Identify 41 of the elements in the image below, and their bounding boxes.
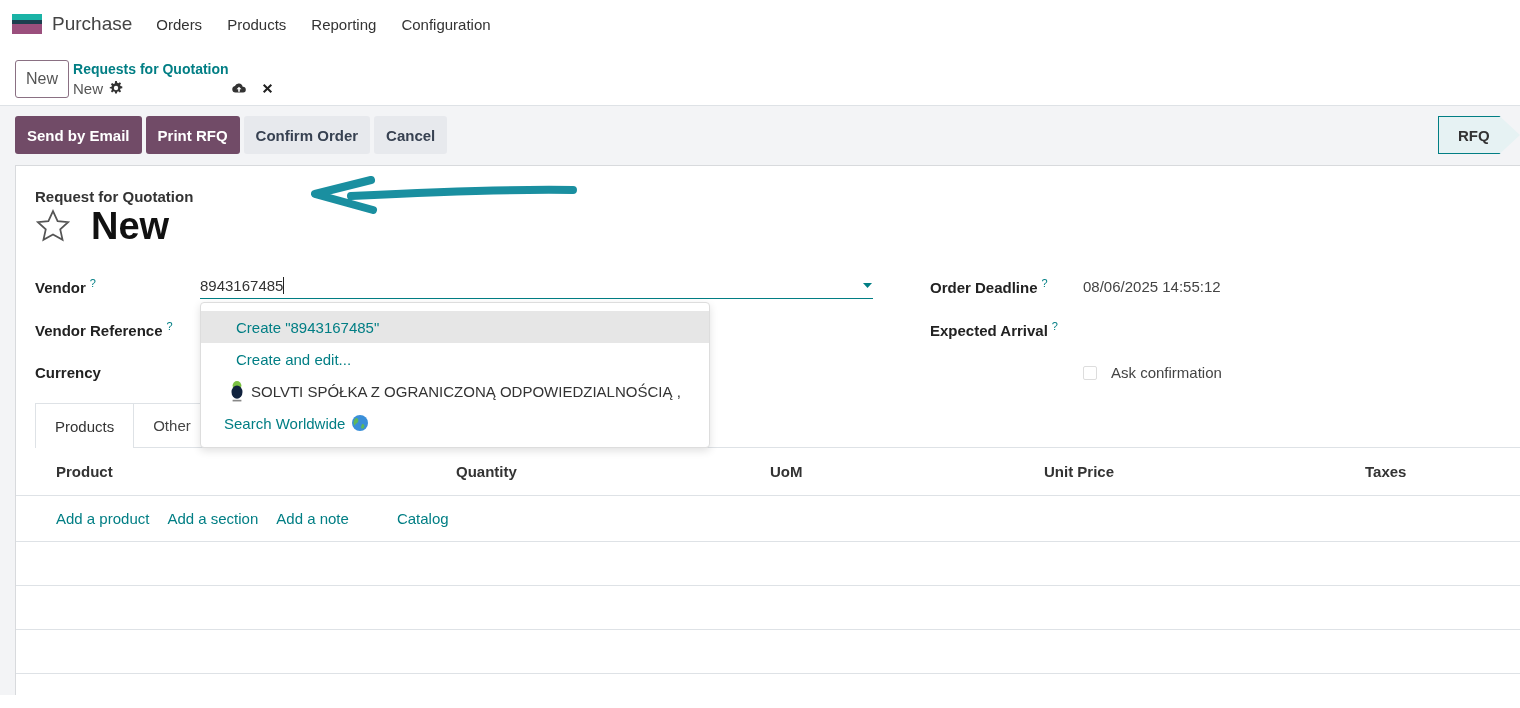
- app-name[interactable]: Purchase: [52, 13, 133, 35]
- dropdown-item[interactable]: Create and edit...: [201, 343, 709, 375]
- field-label: Order Deadline: [930, 279, 1038, 296]
- field-label: Currency: [35, 364, 101, 381]
- tab[interactable]: Products: [35, 403, 135, 448]
- action-button[interactable]: Send by Email: [15, 116, 142, 154]
- column-header: UoM: [770, 463, 804, 480]
- column-header: Quantity: [456, 463, 518, 480]
- add-link[interactable]: Add a note: [276, 510, 349, 527]
- column-header: Product: [56, 463, 114, 480]
- help-mark[interactable]: ?: [1041, 277, 1048, 289]
- checkbox-label: Ask confirmation: [1111, 364, 1222, 381]
- add-link[interactable]: Add a product: [56, 510, 150, 527]
- vendor-input-field[interactable]: 8943167485: [200, 272, 873, 299]
- dropdown-item[interactable]: SOLVTI SPÓŁKA Z OGRANICZONĄ ODPOWIEDZIALNOŚCIĄ ,: [201, 375, 709, 407]
- add-link[interactable]: Catalog: [396, 510, 449, 527]
- field-value: 08/06/2025 14:55:12: [1083, 278, 1221, 295]
- field-label: Vendor Reference: [35, 322, 163, 339]
- new-button[interactable]: New: [15, 60, 69, 98]
- menu-item[interactable]: Reporting: [311, 15, 377, 33]
- field-label: Vendor: [35, 279, 86, 296]
- help-mark[interactable]: ?: [89, 277, 96, 289]
- action-button[interactable]: Print RFQ: [145, 116, 240, 154]
- column-header: Unit Price: [1044, 463, 1116, 480]
- action-button[interactable]: Confirm Order: [243, 116, 371, 154]
- record-name: New: [73, 79, 104, 97]
- menu-item[interactable]: Orders: [156, 15, 203, 33]
- breadcrumb-link[interactable]: Requests for Quotation: [73, 60, 274, 78]
- dropdown-item[interactable]: Search Worldwide: [201, 407, 709, 439]
- field-label: Expected Arrival: [930, 322, 1048, 339]
- column-header: Taxes: [1365, 463, 1408, 480]
- add-link[interactable]: Add a section: [167, 510, 259, 527]
- form-subtitle: Request for Quotation: [35, 188, 195, 205]
- help-mark[interactable]: ?: [166, 320, 173, 332]
- dropdown-item[interactable]: Create "8943167485": [201, 311, 709, 343]
- menu-item[interactable]: Products: [227, 15, 287, 33]
- help-mark[interactable]: ?: [1051, 320, 1058, 332]
- action-button[interactable]: Cancel: [374, 116, 448, 154]
- menu-item[interactable]: Configuration: [401, 15, 491, 33]
- status-stage[interactable]: RFQ: [1438, 116, 1520, 154]
- form-title: New: [91, 204, 170, 248]
